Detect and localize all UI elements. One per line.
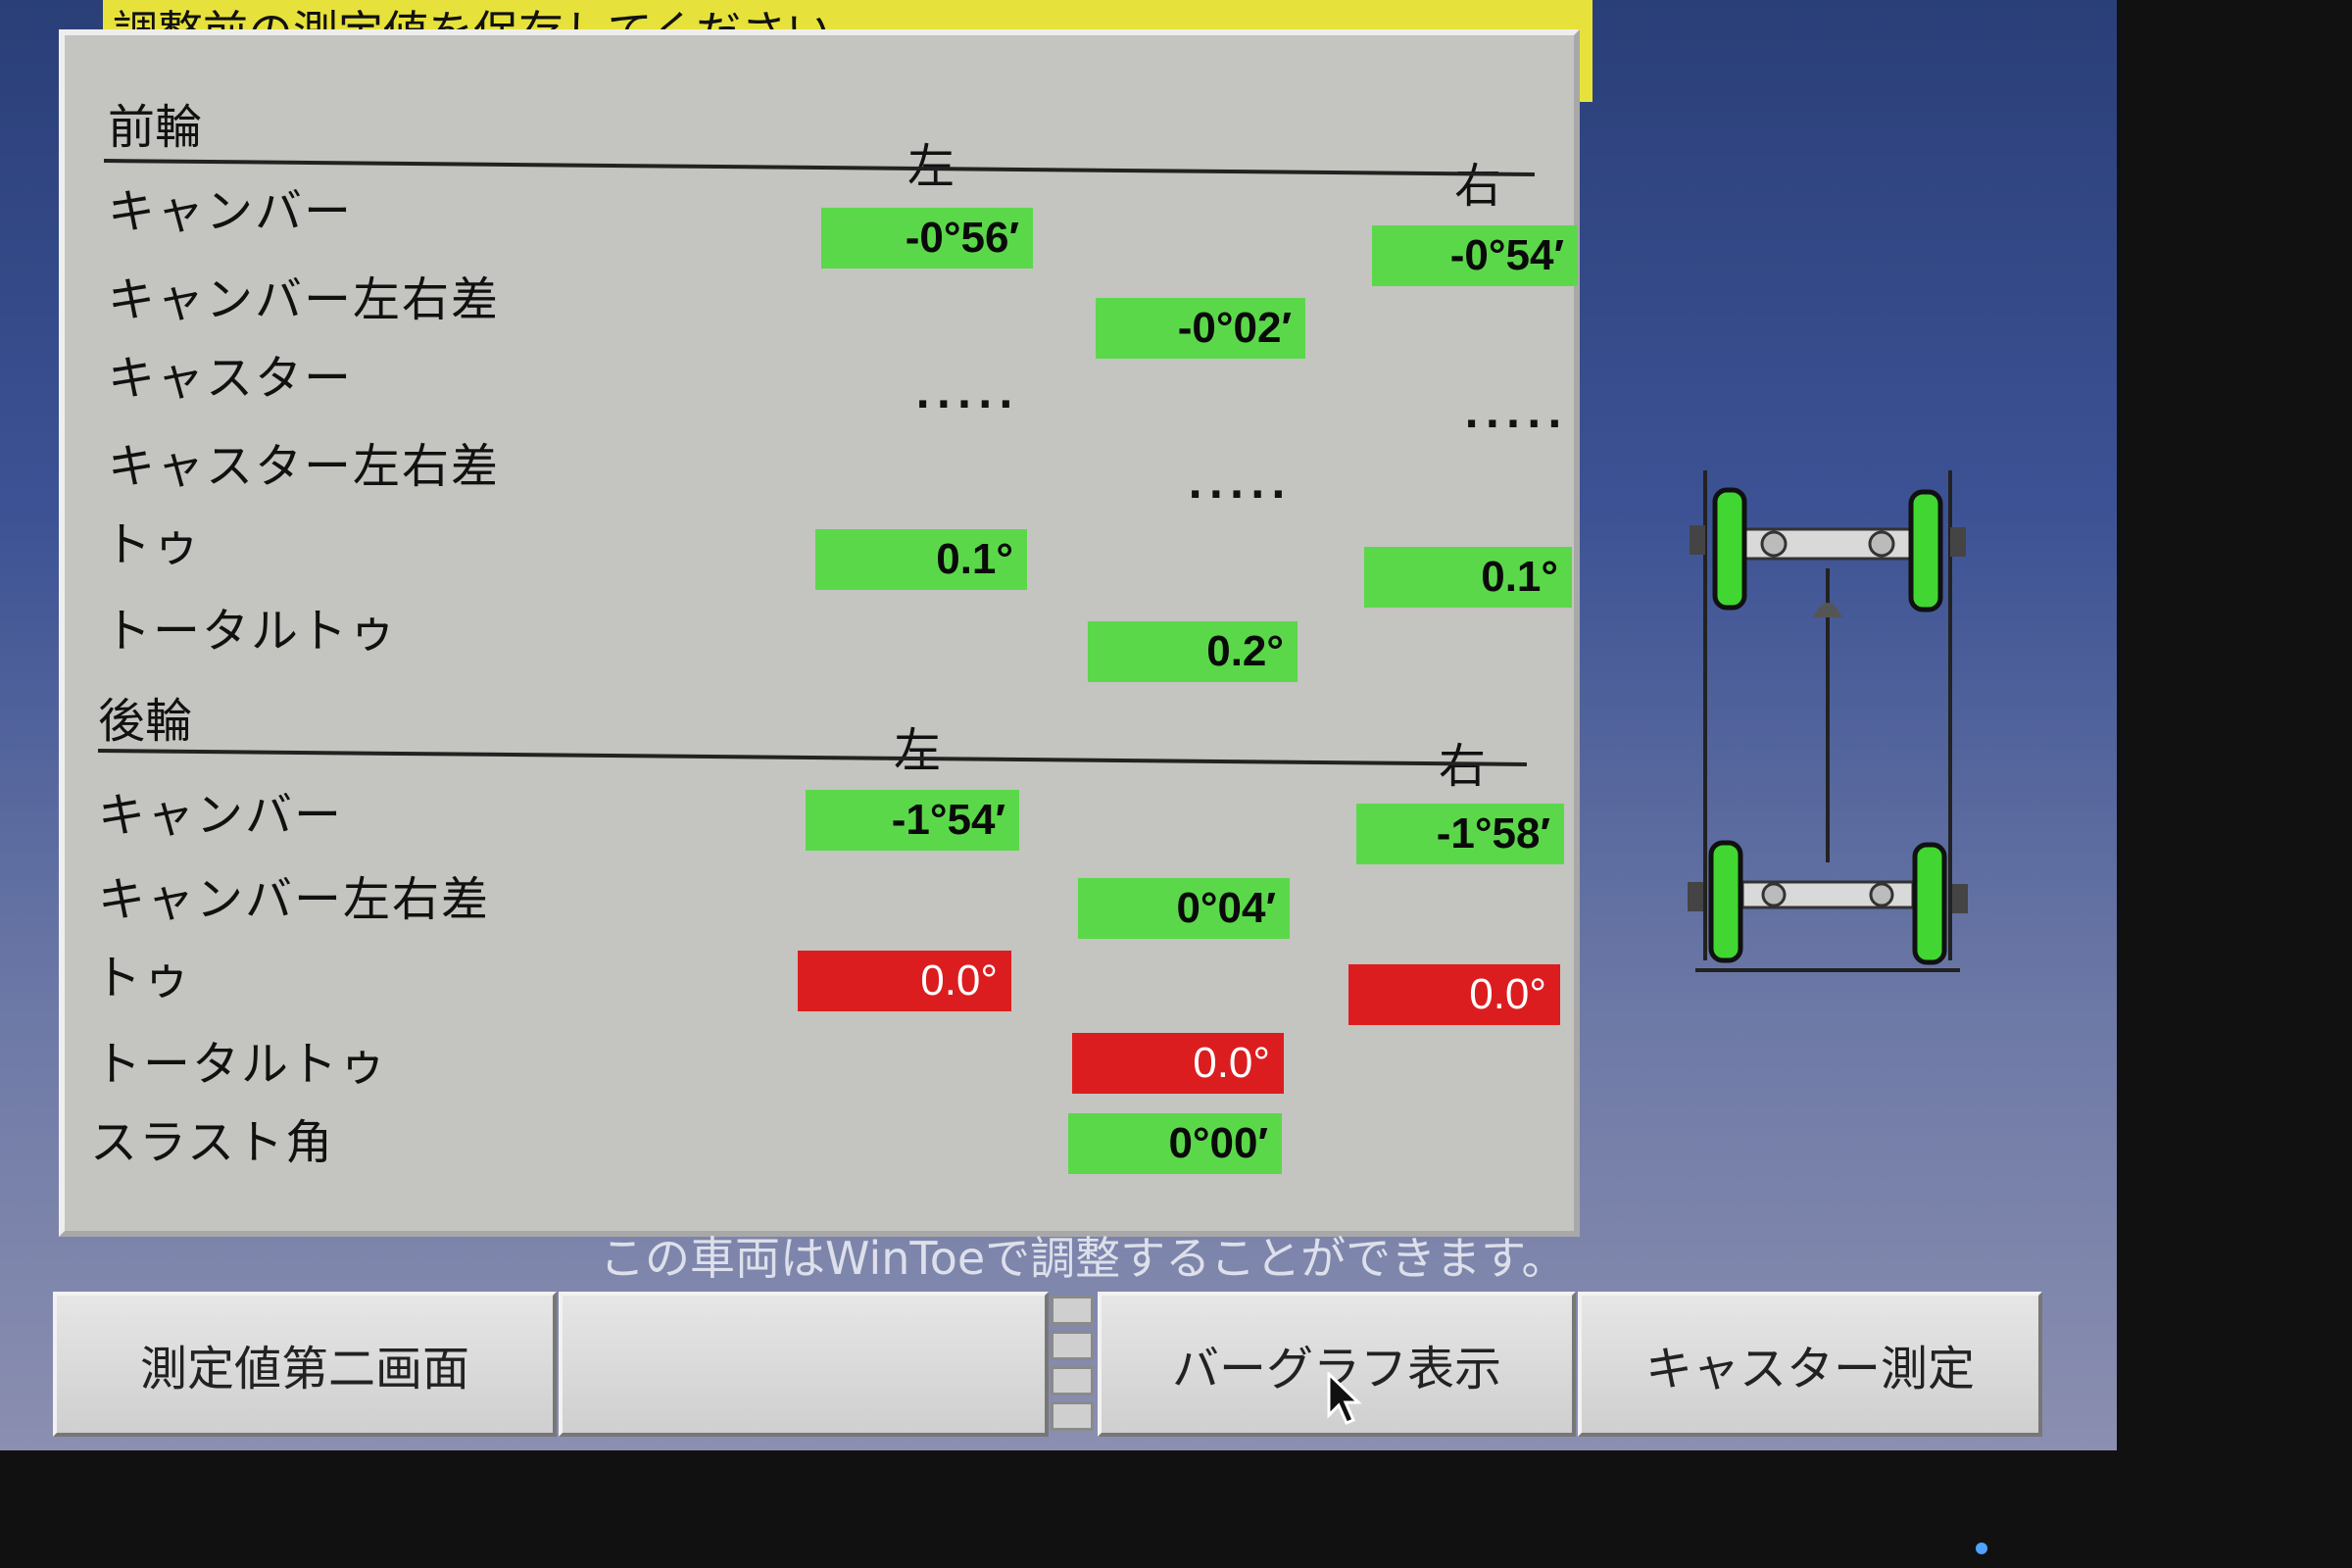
mouse-cursor-icon bbox=[1327, 1372, 1362, 1425]
front-camber-right-value: -0°54′ bbox=[1372, 225, 1578, 286]
screen: 調整前の測定値を保存してください。 前輪 左 右 キャンバー -0°56′ -0… bbox=[0, 0, 2117, 1450]
rear-divider bbox=[97, 749, 1527, 766]
power-led-icon bbox=[1976, 1543, 1987, 1554]
measurement-panel: 前輪 左 右 キャンバー -0°56′ -0°54′ キャンバー左右差 -0°0… bbox=[59, 29, 1580, 1237]
front-section-title: 前輪 bbox=[108, 100, 203, 155]
vehicle-diagram-icon bbox=[1688, 470, 1968, 972]
rear-camber-diff-value: 0°04′ bbox=[1078, 878, 1290, 939]
front-camber-diff-label: キャンバー左右差 bbox=[108, 272, 501, 327]
front-toe-left-value: 0.1° bbox=[815, 529, 1027, 590]
front-total-toe-value: 0.2° bbox=[1088, 621, 1298, 682]
rear-total-toe-label: トータルトゥ bbox=[94, 1037, 389, 1092]
rear-toe-label: トゥ bbox=[94, 951, 193, 1005]
wintoe-note: この車両はWinToeで調整することができます。 bbox=[600, 1232, 1567, 1285]
rear-left-header: 左 bbox=[894, 723, 942, 778]
front-caster-diff-label: キャスター左右差 bbox=[108, 439, 501, 494]
front-camber-label: キャンバー bbox=[108, 184, 354, 239]
rear-toe-left-value: 0.0° bbox=[798, 951, 1011, 1011]
rear-camber-diff-label: キャンバー左右差 bbox=[98, 872, 491, 927]
rear-thrust-angle-label: スラスト角 bbox=[90, 1115, 335, 1170]
rear-camber-left-value: -1°54′ bbox=[806, 790, 1019, 851]
front-right-header: 右 bbox=[1454, 159, 1502, 214]
front-caster-right-value: ····· bbox=[1464, 402, 1568, 447]
rear-thrust-angle-value: 0°00′ bbox=[1068, 1113, 1282, 1174]
rear-section-title: 後輪 bbox=[98, 694, 193, 749]
rear-camber-label: キャンバー bbox=[98, 788, 344, 843]
blank-button[interactable] bbox=[559, 1292, 1049, 1437]
button-bar-grip-handle[interactable] bbox=[1051, 1296, 1094, 1443]
front-toe-right-value: 0.1° bbox=[1364, 547, 1572, 608]
front-left-header: 左 bbox=[907, 127, 955, 196]
caster-measurement-button[interactable]: キャスター測定 bbox=[1578, 1292, 2042, 1437]
front-caster-left-value: ····· bbox=[915, 382, 1019, 427]
front-camber-left-value: -0°56′ bbox=[821, 208, 1033, 269]
front-caster-label: キャスター bbox=[108, 351, 354, 406]
second-measurement-screen-button[interactable]: 測定値第二画面 bbox=[53, 1292, 557, 1437]
front-caster-diff-value: ····· bbox=[1188, 472, 1292, 517]
rear-total-toe-value: 0.0° bbox=[1072, 1033, 1284, 1094]
rear-camber-right-value: -1°58′ bbox=[1356, 804, 1564, 864]
rear-toe-right-value: 0.0° bbox=[1348, 964, 1560, 1025]
front-total-toe-label: トータルトゥ bbox=[104, 604, 399, 659]
front-camber-diff-value: -0°02′ bbox=[1096, 298, 1305, 359]
front-toe-label: トゥ bbox=[104, 517, 203, 572]
